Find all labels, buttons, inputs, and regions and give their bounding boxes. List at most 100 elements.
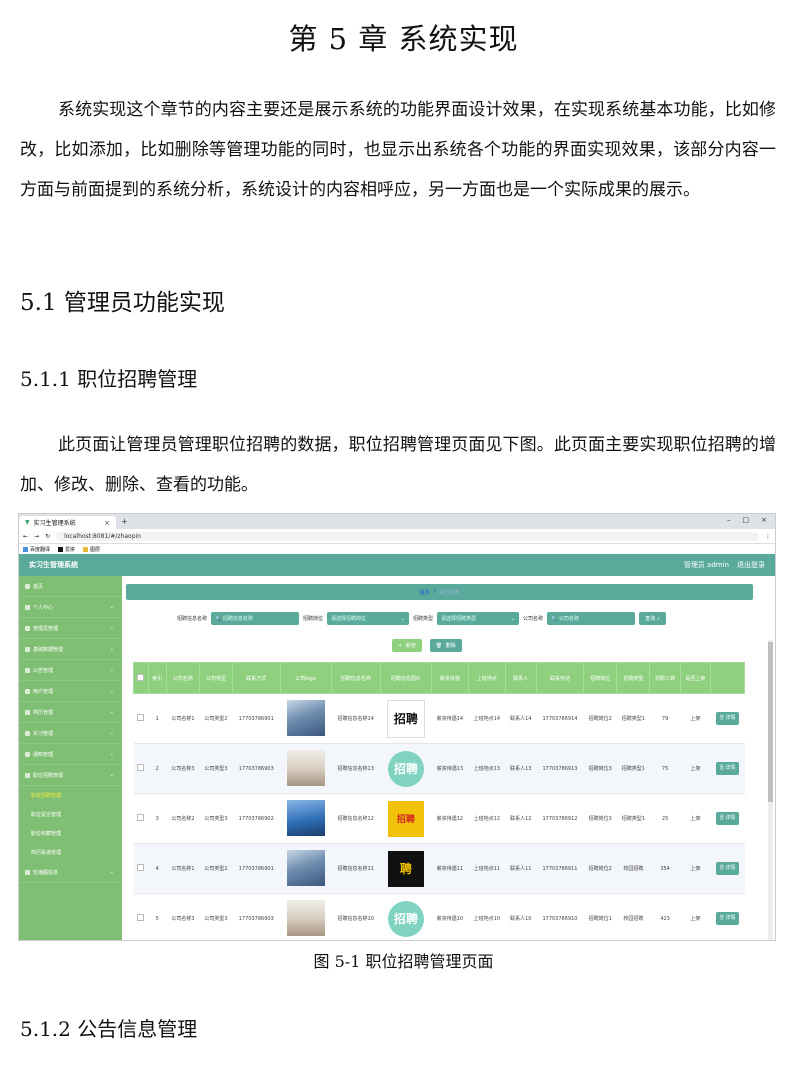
job-type-select[interactable]: 请选择招聘类型 ⌄: [437, 612, 520, 625]
menu-item-icon: [25, 688, 30, 694]
close-window-icon[interactable]: ×: [761, 516, 767, 524]
select-all-checkbox[interactable]: [137, 673, 145, 681]
salary-cell: 薪资待遇12: [431, 793, 469, 844]
browser-tab[interactable]: ▼ 实习生管理系统 ×: [19, 516, 116, 529]
sidebar-item[interactable]: 首页: [19, 576, 122, 597]
row-checkbox[interactable]: [137, 814, 145, 821]
sidebar-item[interactable]: 职位留言管理: [19, 805, 122, 824]
company-cell: 公司名称2: [166, 793, 200, 844]
bookmark-item[interactable]: 图层: [83, 546, 100, 553]
sidebar-item[interactable]: 简历管理 ⌄: [19, 702, 122, 723]
job-cell: 招聘岗位3: [583, 743, 617, 794]
row-checkbox[interactable]: [137, 864, 145, 871]
sidebar-item[interactable]: 轮播图信息 ⌄: [19, 862, 122, 883]
title-cell: 招聘信息名称11: [331, 843, 381, 894]
job-cell: 招聘岗位2: [583, 693, 617, 744]
close-tab-icon[interactable]: ×: [104, 519, 110, 527]
menu-icon[interactable]: ⋮: [765, 533, 771, 540]
sidebar-item-label: 实习管理: [33, 730, 54, 737]
section-heading-5-1-1: 5.1.1 职位招聘管理: [20, 367, 198, 391]
search-icon: ⌕: [657, 615, 660, 622]
chevron-down-icon: ⌄: [109, 688, 114, 694]
company-logo-image: [286, 799, 325, 836]
job-cell: 招聘岗位1: [583, 893, 617, 940]
sidebar-item-label: 职位招聘管理: [31, 793, 62, 799]
sidebar-item[interactable]: 个人中心 ⌄: [19, 597, 122, 618]
detail-button[interactable]: 🗎 详情: [715, 862, 740, 875]
company-search-input[interactable]: 🔍 公司名称: [547, 612, 636, 625]
detail-button[interactable]: 🗎 详情: [715, 812, 740, 825]
sidebar-item[interactable]: 通知管理 ⌄: [19, 744, 122, 765]
sidebar-item-label: 通知管理: [33, 751, 54, 758]
job-poster-image: 聘: [387, 850, 424, 887]
url-input[interactable]: localhost:8081/#/zhaopin: [56, 531, 759, 541]
reload-icon[interactable]: ↻: [45, 533, 50, 540]
logout-link[interactable]: 退出登录: [737, 560, 765, 570]
sidebar-item-label: 基础数据管理: [33, 646, 64, 653]
bookmark-item[interactable]: 百度翻译: [23, 546, 50, 553]
bookmark-item[interactable]: 爱拼: [58, 546, 75, 553]
back-icon[interactable]: ←: [23, 533, 28, 540]
status-cell: 上架: [680, 893, 711, 940]
table-row[interactable]: 1 公司名称1 公司类型2 17703786901 招聘信息名称14 招聘 薪资待遇14 上班…: [133, 693, 745, 744]
detail-button[interactable]: 🗎 详情: [715, 762, 740, 775]
table-row[interactable]: 4 公司名称1 公司类型2 17703786901 招聘信息名称11 聘薪资待遇11 上班地…: [133, 843, 745, 894]
row-checkbox[interactable]: [137, 914, 145, 921]
forward-icon[interactable]: →: [34, 533, 39, 540]
place-cell: 上班地点13: [468, 743, 506, 794]
title-cell: 招聘信息名称13: [331, 743, 381, 794]
job-type-cell: 校园招聘: [616, 843, 650, 894]
sidebar-item[interactable]: 管理员管理 ⌄: [19, 618, 122, 639]
phone-cell: 17703786901: [232, 693, 281, 744]
row-checkbox[interactable]: [137, 764, 145, 771]
detail-button[interactable]: 🗎 详情: [715, 712, 740, 725]
company-logo-image: [286, 899, 325, 936]
sidebar-item[interactable]: 职位招聘管理: [19, 786, 122, 805]
sidebar-item[interactable]: 公告管理 ⌄: [19, 660, 122, 681]
sidebar-item-label: 用户管理: [33, 688, 54, 695]
minimize-icon[interactable]: –: [727, 516, 731, 524]
contact-cell: 联系人13: [505, 743, 537, 794]
poster-cell: 招聘: [380, 693, 432, 744]
add-button[interactable]: + 新增: [392, 639, 422, 652]
contact-cell: 联系人11: [505, 843, 537, 894]
contact-cell: 联系人14: [505, 693, 537, 744]
detail-button[interactable]: 🗎 详情: [715, 912, 740, 925]
job-position-select[interactable]: 请选择招聘岗位 ⌄: [327, 612, 410, 625]
app-title: 实习生管理系统: [29, 561, 78, 569]
company-logo-image: [286, 849, 325, 886]
sidebar: 首页 个人中心 ⌄ 管理员管理 ⌄ 基础数据管理 ⌄ 公告管理 ⌄ 用户管理 ⌄ 简历管理 ⌄ 实习管理 ⌄…: [19, 576, 122, 940]
action-cell: 🗎 详情: [710, 893, 745, 940]
delete-button[interactable]: 🗑 删除: [429, 639, 462, 652]
sidebar-item[interactable]: 用户管理 ⌄: [19, 681, 122, 702]
sidebar-item[interactable]: 简历投递管理: [19, 843, 122, 862]
breadcrumb-home[interactable]: 首页: [420, 589, 430, 596]
sidebar-item[interactable]: 基础数据管理 ⌄: [19, 639, 122, 660]
sidebar-item-label: 轮播图信息: [33, 869, 59, 876]
poster-cell: 招聘: [380, 793, 432, 844]
admin-label: 管理员 admin: [683, 561, 729, 569]
job-type-cell: 招聘类型1: [616, 793, 650, 844]
chevron-down-icon: ⌄: [109, 751, 114, 757]
sidebar-item-label: 职位留言管理: [31, 812, 62, 818]
table-row[interactable]: 2 公司名称3 公司类型3 17703786903 招聘信息名称13 招聘 薪资待遇13 上班…: [133, 743, 745, 794]
menu-item-icon: [25, 583, 30, 589]
breadcrumb-current: 职位招聘: [439, 589, 460, 596]
row-checkbox[interactable]: [137, 714, 145, 721]
sidebar-item[interactable]: 职位收藏管理: [19, 824, 122, 843]
table-row[interactable]: 3 公司名称2 公司类型3 17703786902 招聘信息名称12 招聘 薪资待遇12 上班…: [133, 793, 745, 844]
table-row[interactable]: 5 公司名称3 公司类型3 17703786903 招聘信息名称10 招聘 薪资待遇10 上班…: [133, 893, 745, 940]
sidebar-item[interactable]: 职位招聘管理 ⌄: [19, 765, 122, 786]
sidebar-item[interactable]: 实习管理 ⌄: [19, 723, 122, 744]
logo-cell: [280, 843, 332, 894]
sidebar-item-label: 职位收藏管理: [31, 831, 62, 837]
maximize-icon[interactable]: □: [743, 516, 750, 524]
job-title-search-input[interactable]: 🔍 招聘信息名称: [211, 612, 300, 625]
query-button[interactable]: 查询 ⌕: [639, 612, 666, 625]
column-header: [133, 662, 149, 694]
scrollbar[interactable]: [768, 640, 773, 940]
chevron-down-icon: ⌄: [109, 625, 114, 631]
company-cell: 公司名称1: [166, 693, 200, 744]
new-tab-icon[interactable]: +: [121, 517, 128, 526]
company-type-cell: 公司类型3: [199, 893, 233, 940]
